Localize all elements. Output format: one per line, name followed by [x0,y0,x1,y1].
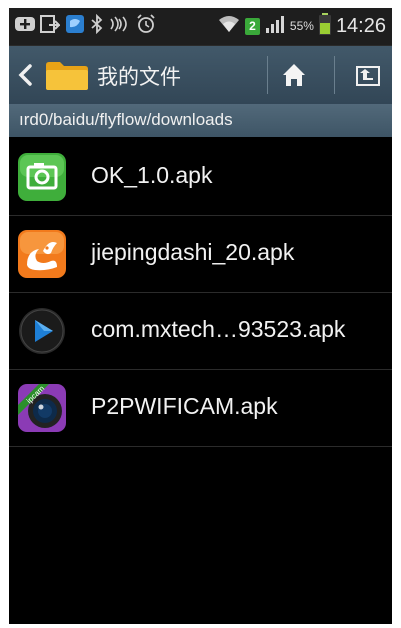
list-item[interactable]: ipcam P2PWIFICAM.apk [9,370,392,447]
file-name: jiepingdashi_20.apk [91,239,295,265]
action-divider [334,56,335,94]
clock: 14:26 [335,15,386,37]
file-name: com.mxtech…93523.apk [91,316,346,342]
nfc-icon [109,15,131,37]
file-list: OK_1.0.apk jiepingdashi_20.apk com.mxtec… [9,139,392,447]
camera-app-icon [17,152,67,202]
mx-player-icon [17,306,67,356]
list-item[interactable]: jiepingdashi_20.apk [9,216,392,293]
alarm-icon [136,14,156,38]
back-arrow-icon[interactable] [16,62,36,88]
file-name: P2PWIFICAM.apk [91,393,278,419]
up-directory-icon[interactable] [350,58,384,92]
status-bar: 2 55% 14:26 [9,8,392,46]
home-icon[interactable] [277,58,311,92]
add-icon [15,15,35,37]
status-bar-notifications [15,13,156,38]
list-item[interactable]: OK_1.0.apk [9,139,392,216]
action-divider [267,56,268,94]
wifi-icon [218,14,240,38]
bluetooth-icon [90,13,104,38]
network-badge: 2 [244,17,260,35]
app-notification-icon [65,14,85,38]
path-bar: ırd0/baidu/flyflow/downloads [9,104,392,137]
action-bar: 我的文件 [9,46,392,106]
current-path: ırd0/baidu/flyflow/downloads [19,110,233,129]
list-item[interactable]: com.mxtech…93523.apk [9,293,392,370]
battery-icon [318,13,331,39]
file-name: OK_1.0.apk [91,162,213,188]
ipcam-lens-icon: ipcam [17,383,67,433]
status-bar-system: 2 55% 14:26 [218,13,386,39]
screenshot-icon [40,14,62,38]
signal-icon [265,14,285,38]
battery-percent: 55% [289,19,314,33]
screen-title: 我的文件 [97,65,181,89]
folder-icon[interactable] [45,61,89,91]
uc-squirrel-app-icon [17,229,67,279]
phone-screen: 2 55% 14:26 我的文件 ırd0/baidu/flyflow/down… [9,8,392,624]
